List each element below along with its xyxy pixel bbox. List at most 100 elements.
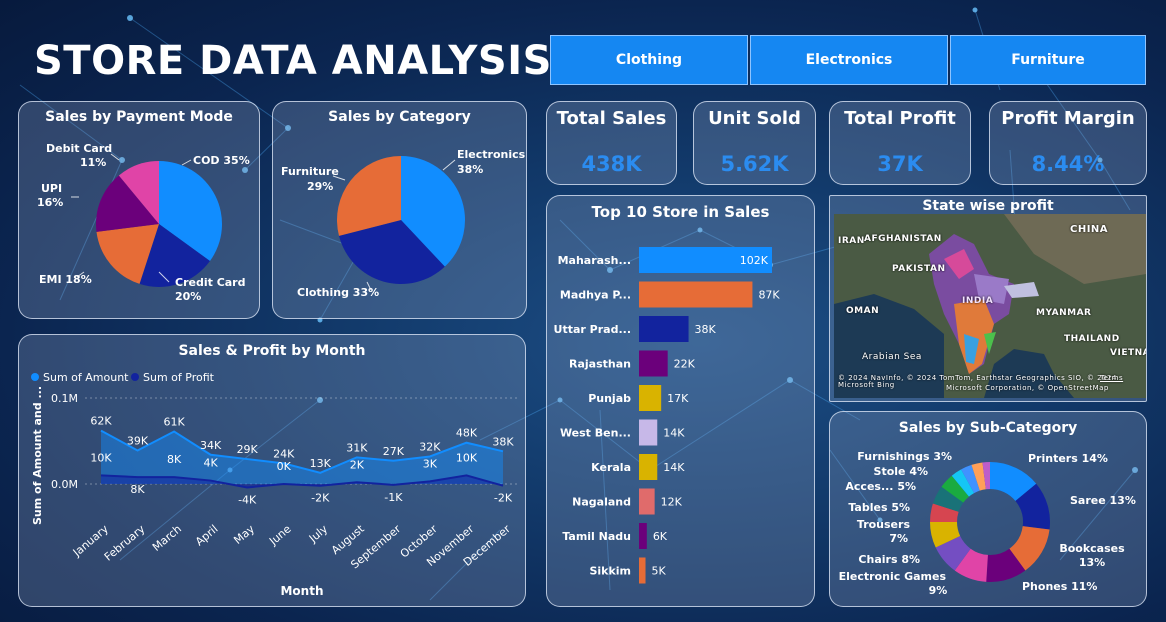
x-tick-label: March	[150, 522, 184, 554]
store-value-label: 102K	[740, 254, 769, 267]
label-electronics: Electronics	[457, 148, 526, 161]
amount-point-label: 13K	[310, 457, 332, 470]
map-label-thailand: THAILAND	[1064, 334, 1120, 344]
kpi-total-sales: Total Sales 438K	[546, 101, 677, 185]
store-value-label: 14K	[663, 427, 685, 440]
donut-label: Stole 4%	[874, 465, 928, 478]
payment-mode-pie-chart: COD 35% Credit Card 20% EMI 18% UPI 16% …	[37, 142, 250, 303]
donut-label: 13%	[1079, 556, 1105, 569]
profit-point-label: 2K	[350, 458, 365, 471]
amount-point-label: 34K	[200, 439, 222, 452]
kpi-total-profit: Total Profit 37K	[829, 101, 971, 185]
amount-point-label: 48K	[456, 427, 478, 440]
amount-point-label: 31K	[346, 441, 368, 454]
donut-label: Phones 11%	[1022, 580, 1097, 593]
amount-point-label: 24K	[273, 447, 295, 460]
store-name-label: Nagaland	[572, 496, 631, 509]
profit-point-label: -2K	[494, 492, 513, 505]
store-bar[interactable]	[639, 454, 658, 480]
kpi-value: 8.44%	[1031, 152, 1105, 176]
store-bar[interactable]	[639, 488, 655, 515]
label-upi: UPI	[41, 182, 62, 195]
clothing-button[interactable]: Clothing	[550, 35, 748, 85]
profit-point-label: 4K	[204, 457, 219, 470]
amount-point-label: 61K	[163, 416, 185, 429]
label-debit-card: Debit Card	[46, 142, 112, 155]
store-bar[interactable]	[639, 557, 646, 584]
store-value-label: 12K	[661, 496, 683, 509]
store-bar[interactable]	[639, 419, 658, 446]
pie-slices	[96, 161, 223, 287]
store-bar[interactable]	[639, 523, 647, 549]
bing-logo: Microsoft Bing	[838, 381, 895, 389]
kpi-value: 37K	[877, 152, 923, 176]
amount-point-label: 38K	[492, 435, 514, 448]
map-label-myanmar: MYANMAR	[1036, 308, 1092, 318]
store-value-label: 17K	[667, 392, 689, 405]
map-attribution-2: Microsoft Corporation, © OpenStreetMap	[946, 384, 1109, 392]
store-name-label: Madhya P...	[560, 289, 631, 302]
area-series	[100, 429, 504, 489]
map-label-india: INDIA	[962, 296, 994, 306]
kpi-title: Total Profit	[844, 108, 956, 129]
x-tick-label: February	[102, 522, 148, 564]
furniture-button[interactable]: Furniture	[950, 35, 1146, 85]
y-axis-label: Sum of Amount and ...	[31, 386, 44, 525]
store-bar[interactable]	[639, 385, 662, 411]
profit-point-label: 8K	[130, 483, 145, 496]
label-electronics-pct: 38%	[457, 163, 483, 176]
kpi-value: 5.62K	[720, 152, 789, 176]
top-stores-panel: Top 10 Store in Sales Maharash... 102K Mad…	[546, 195, 815, 607]
donut-label: 9%	[929, 584, 948, 597]
donut-label: 7%	[889, 532, 908, 545]
label-debit-card-pct: 11%	[80, 156, 106, 169]
map-label-iran: IRAN	[838, 236, 865, 246]
store-bar[interactable]	[639, 281, 753, 308]
subcategory-panel: Sales by Sub-Category Printers 14% Saree …	[829, 411, 1147, 607]
store-name-label: Sikkim	[589, 565, 631, 578]
subcategory-donut-chart: Printers 14% Saree 13% Bookcases13% Phones …	[839, 450, 1136, 597]
dashboard-title: STORE DATA ANALYSIS	[34, 38, 552, 84]
amount-point-label: 62K	[90, 415, 112, 428]
kpi-value: 438K	[581, 152, 642, 176]
donut-label: Printers 14%	[1028, 452, 1108, 465]
category-panel: Sales by Category Electronics 38% Clothi…	[272, 101, 527, 319]
pie-slices	[337, 156, 465, 284]
panel-title: State wise profit	[922, 198, 1054, 214]
donut-label: Acces... 5%	[845, 480, 916, 493]
legend-amount: Sum of Amount	[43, 371, 129, 384]
legend-profit: Sum of Profit	[143, 371, 215, 384]
electronics-button[interactable]: Electronics	[750, 35, 948, 85]
y-tick-zero: 0.0M	[51, 478, 78, 491]
kpi-title: Profit Margin	[1001, 108, 1135, 129]
map-label-oman: OMAN	[846, 306, 880, 316]
store-name-label: West Ben...	[560, 427, 631, 440]
map-label-pakistan: PAKISTAN	[892, 264, 946, 274]
x-tick-label: May	[231, 522, 257, 547]
donut-slices	[930, 462, 1050, 582]
donut-label: Saree 13%	[1070, 494, 1136, 507]
profit-point-label: 0K	[277, 460, 292, 473]
label-emi: EMI 18%	[39, 273, 92, 286]
state-map[interactable]: IRAN AFGHANISTAN PAKISTAN CHINA INDIA OM…	[834, 214, 1146, 398]
profit-point-label: -1K	[384, 491, 403, 504]
x-tick-label: June	[266, 522, 294, 548]
store-bar[interactable]	[639, 350, 668, 377]
label-furniture: Furniture	[281, 165, 339, 178]
profit-point-label: 10K	[90, 451, 112, 464]
profit-point-label: 10K	[456, 451, 478, 464]
store-bar[interactable]	[639, 316, 689, 342]
donut-label: Electronic Games	[839, 570, 947, 583]
store-name-label: Rajasthan	[569, 358, 631, 371]
donut-label: Trousers	[857, 518, 911, 531]
store-value-label: 38K	[695, 323, 717, 336]
store-name-label: Maharash...	[558, 254, 631, 267]
map-label-afghanistan: AFGHANISTAN	[864, 234, 942, 244]
donut-label: Chairs 8%	[858, 553, 920, 566]
bar-series: Maharash... 102K Madhya P... 87K Uttar Prad.…	[554, 247, 780, 584]
label-cod: COD 35%	[193, 154, 250, 167]
label-credit-card-pct: 20%	[175, 290, 201, 303]
amount-point-label: 32K	[419, 440, 441, 453]
map-terms-link[interactable]: Terms	[1100, 374, 1123, 382]
profit-point-label: -2K	[311, 492, 330, 505]
